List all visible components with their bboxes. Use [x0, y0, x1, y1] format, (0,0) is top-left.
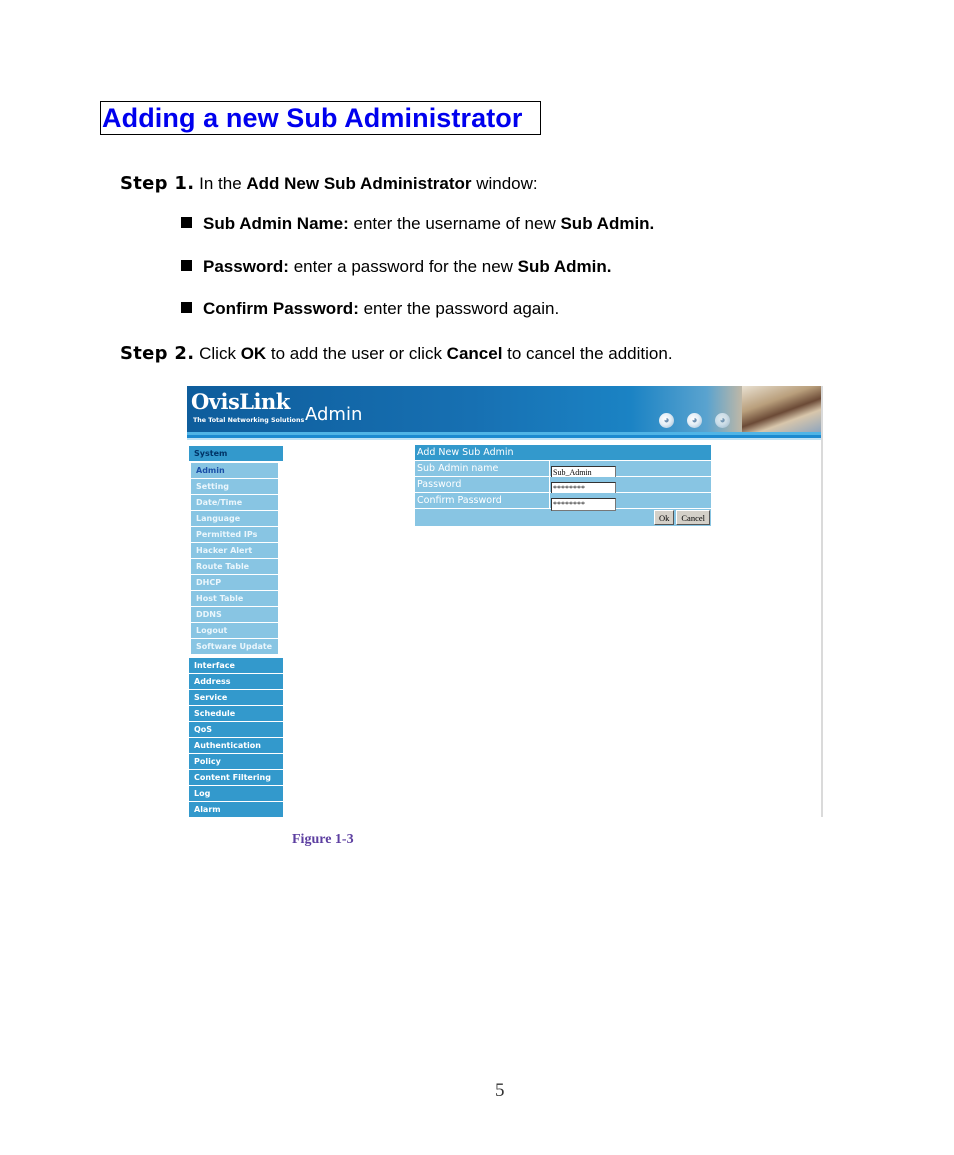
bullet-item: Confirm Password: enter the password aga…	[181, 299, 559, 319]
bullet-term: Confirm Password:	[203, 299, 359, 318]
step-text: to cancel the addition.	[502, 344, 673, 363]
field-label: Password	[415, 477, 549, 492]
brand-tagline: The Total Networking Solutions	[193, 417, 305, 424]
form-row: Password	[415, 477, 711, 495]
square-bullet-icon	[181, 302, 192, 313]
sidebar-menu: System Admin Setting Date/Time Language …	[189, 446, 283, 818]
bullet-emphasis: Sub Admin.	[517, 257, 612, 276]
bullet-text: enter a password for the new	[288, 257, 518, 276]
submenu-item-route-table[interactable]: Route Table	[191, 559, 278, 574]
step-emphasis: Add New Sub Administrator	[246, 174, 472, 193]
submenu-item-dhcp[interactable]: DHCP	[191, 575, 278, 590]
menu-system[interactable]: System	[189, 446, 283, 461]
field-cell	[550, 493, 711, 511]
submenu-item-permitted-ips[interactable]: Permitted IPs	[191, 527, 278, 542]
confirm-password-input[interactable]	[551, 498, 616, 511]
menu-policy[interactable]: Policy	[189, 754, 283, 769]
bullet-item: Sub Admin Name: enter the username of ne…	[181, 214, 654, 234]
globe-icon: ◕	[659, 413, 674, 428]
menu-alarm[interactable]: Alarm	[189, 802, 283, 817]
globe-icon: ◕	[715, 413, 730, 428]
step-emphasis: Cancel	[446, 344, 503, 363]
square-bullet-icon	[181, 260, 192, 271]
menu-qos[interactable]: QoS	[189, 722, 283, 737]
submenu-item-hacker-alert[interactable]: Hacker Alert	[191, 543, 278, 558]
step-text: Click	[199, 344, 241, 363]
admin-ui-screenshot: OvisLink The Total Networking Solutions …	[187, 386, 823, 817]
ok-button[interactable]: Ok	[654, 510, 675, 525]
form-row: Confirm Password	[415, 493, 711, 511]
submenu-item-setting[interactable]: Setting	[191, 479, 278, 494]
form-buttons: Ok Cancel	[415, 509, 711, 526]
field-label: Sub Admin name	[415, 461, 549, 476]
figure-caption: Figure 1-3	[292, 832, 354, 847]
step-text: In the	[199, 174, 247, 193]
square-bullet-icon	[181, 217, 192, 228]
menu-interface[interactable]: Interface	[189, 658, 283, 673]
menu-schedule[interactable]: Schedule	[189, 706, 283, 721]
submenu-item-host-table[interactable]: Host Table	[191, 591, 278, 606]
submenu-item-admin[interactable]: Admin	[191, 463, 278, 478]
menu-authentication[interactable]: Authentication	[189, 738, 283, 753]
bullet-emphasis: Sub Admin.	[560, 214, 655, 233]
menu-content-filtering[interactable]: Content Filtering	[189, 770, 283, 785]
bullet-term: Sub Admin Name:	[203, 214, 349, 233]
step-1: Step 1. In the Add New Sub Administrator…	[120, 173, 538, 194]
form-title: Add New Sub Admin	[415, 445, 711, 460]
banner-photo	[742, 386, 821, 432]
step-text: to add the user or click	[266, 344, 447, 363]
bullet-text: enter the username of new	[348, 214, 561, 233]
submenu-item-logout[interactable]: Logout	[191, 623, 278, 638]
field-cell	[550, 461, 711, 479]
globe-icon: ◕	[687, 413, 702, 428]
menu-log[interactable]: Log	[189, 786, 283, 801]
cancel-button[interactable]: Cancel	[676, 510, 710, 525]
page-number: 5	[495, 1080, 505, 1101]
section-heading: Adding a new Sub Administrator	[100, 101, 541, 135]
step-label: Step 1.	[120, 173, 195, 194]
submenu-item-language[interactable]: Language	[191, 511, 278, 526]
field-label: Confirm Password	[415, 493, 549, 508]
step-label: Step 2.	[120, 343, 195, 364]
submenu-item-date-time[interactable]: Date/Time	[191, 495, 278, 510]
add-sub-admin-form: Add New Sub Admin Sub Admin name Passwor…	[415, 445, 711, 526]
step-text: window:	[471, 174, 538, 193]
bullet-item: Password: enter a password for the new S…	[181, 257, 611, 277]
form-row: Sub Admin name	[415, 461, 711, 479]
menu-address[interactable]: Address	[189, 674, 283, 689]
submenu-item-software-update[interactable]: Software Update	[191, 639, 278, 654]
step-emphasis: OK	[240, 344, 267, 363]
field-cell	[550, 477, 711, 495]
brand-logo: OvisLink	[191, 389, 290, 414]
menu-service[interactable]: Service	[189, 690, 283, 705]
step-2: Step 2. Click OK to add the user or clic…	[120, 343, 673, 364]
submenu-item-ddns[interactable]: DDNS	[191, 607, 278, 622]
bullet-text: enter the password again.	[358, 299, 560, 318]
bullet-term: Password:	[203, 257, 289, 276]
header-banner: OvisLink The Total Networking Solutions …	[187, 386, 821, 432]
banner-divider	[187, 438, 821, 440]
app-title: Admin	[305, 404, 363, 425]
